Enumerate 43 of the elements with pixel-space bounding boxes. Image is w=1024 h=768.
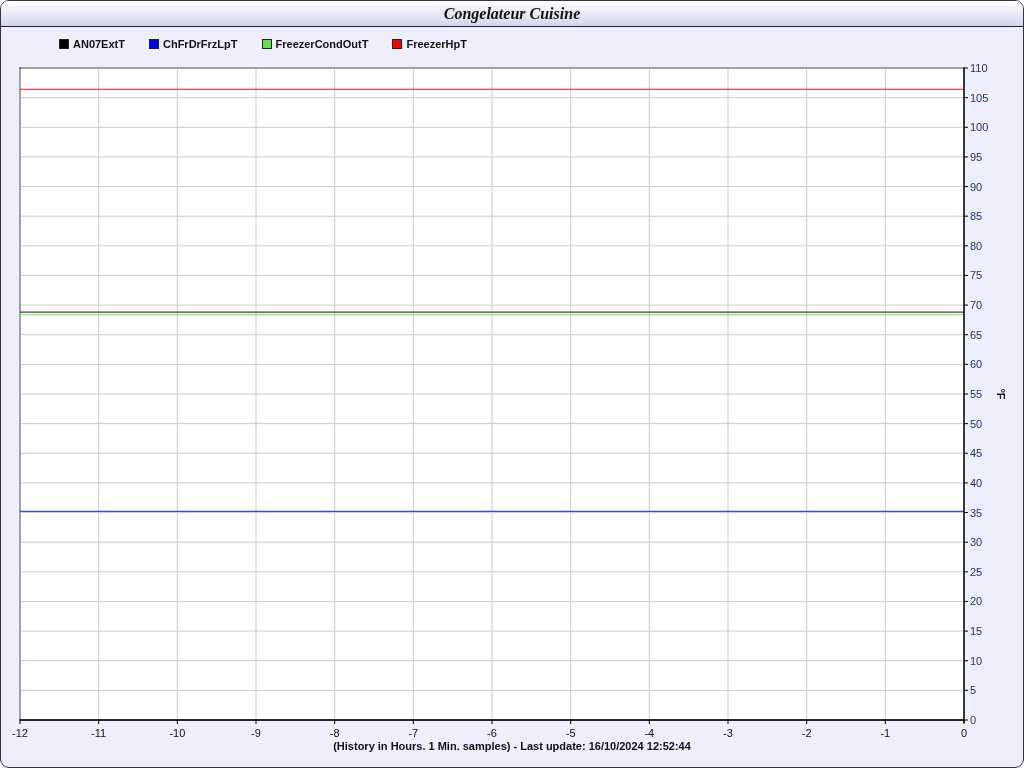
x-tick-label: -8 [329, 727, 340, 739]
y-tick-label: 70 [970, 299, 983, 312]
x-tick-label: 0 [960, 727, 968, 739]
y-tick-label: 45 [970, 447, 983, 460]
y-tick-label: 15 [970, 625, 983, 638]
y-tick-label: 55 [970, 388, 983, 400]
y-tick-label: 80 [970, 239, 983, 252]
y-tick-label: 110 [970, 62, 988, 74]
y-tick-label: 20 [970, 595, 983, 608]
y-tick-label: 0 [970, 714, 977, 726]
x-tick-label: -5 [565, 727, 576, 739]
y-tick-label: 40 [970, 476, 983, 489]
y-tick-label: 105 [970, 91, 989, 104]
x-axis-title: (History in Hours. 1 Min. samples) - Last update: 16/10/2024 12:52:44 [333, 740, 691, 752]
x-tick-label: -3 [723, 727, 733, 739]
y-tick-label: 50 [970, 417, 983, 430]
x-tick-label: -2 [801, 727, 812, 739]
y-tick-label: 95 [970, 150, 983, 163]
y-tick-label: 75 [970, 269, 983, 282]
legend-label: FreezerHpT [406, 37, 467, 50]
y-tick-label: 100 [970, 121, 989, 134]
x-tick-label: -9 [251, 727, 261, 739]
window-title: Congelateur Cuisine [443, 4, 581, 23]
x-tick-label: -10 [169, 727, 186, 739]
y-tick-label: 90 [970, 180, 983, 193]
y-tick-label: 25 [970, 565, 983, 578]
y-tick-label: 85 [970, 210, 983, 223]
x-tick-label: -1 [880, 727, 891, 739]
x-tick-label: -12 [12, 727, 28, 739]
legend-label: ChFrDrFrzLpT [162, 37, 238, 50]
y-tick-label: 10 [970, 654, 983, 667]
x-tick-label: -7 [408, 727, 419, 739]
x-tick-label: -11 [91, 727, 107, 739]
y-axis-title: °F [995, 388, 1007, 400]
x-tick-label: -4 [644, 727, 655, 739]
y-tick-label: 30 [970, 536, 983, 549]
y-tick-label: 35 [970, 506, 983, 519]
y-tick-label: 60 [970, 358, 983, 371]
y-tick-label: 65 [970, 328, 983, 341]
legend-label: FreezerCondOutT [275, 37, 369, 50]
y-tick-label: 5 [970, 684, 977, 697]
x-tick-label: -6 [487, 727, 497, 739]
legend-label: AN07ExtT [73, 37, 125, 50]
